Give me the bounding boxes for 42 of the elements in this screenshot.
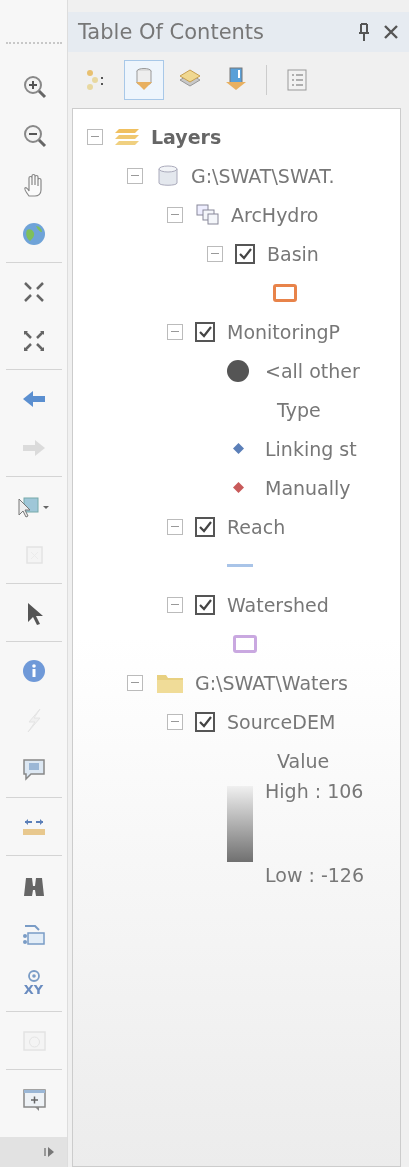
list-by-source-button[interactable] xyxy=(124,60,164,100)
layer-name[interactable]: G:\SWAT\SWAT. xyxy=(191,164,335,187)
pin-icon[interactable] xyxy=(357,23,371,41)
collapse-toggle[interactable] xyxy=(167,518,183,535)
layer-checkbox[interactable] xyxy=(195,516,215,537)
globe-icon[interactable] xyxy=(20,220,47,247)
layer-name[interactable]: ArcHydro xyxy=(231,203,319,226)
layer-checkbox[interactable] xyxy=(235,243,255,264)
legend-heading: Type xyxy=(277,398,321,421)
layer-name[interactable]: Reach xyxy=(227,515,286,538)
close-icon[interactable] xyxy=(383,24,399,40)
toolbar-handle[interactable] xyxy=(0,1137,67,1167)
layer-name[interactable]: SourceDEM xyxy=(227,710,336,733)
database-icon xyxy=(155,163,181,188)
layer-checkbox[interactable] xyxy=(195,711,215,732)
collapse-toggle[interactable] xyxy=(87,128,103,145)
collapse-toggle[interactable] xyxy=(167,713,183,730)
legend-label: High : 106 xyxy=(265,780,365,802)
layer-name[interactable]: Basin xyxy=(267,242,319,265)
legend-label: Manually xyxy=(265,476,351,499)
layer-name[interactable]: Watershed xyxy=(227,593,329,616)
collapse-toggle[interactable] xyxy=(167,206,183,223)
collapse-toggle[interactable] xyxy=(167,323,183,340)
layer-checkbox[interactable] xyxy=(195,594,215,615)
legend-label: Linking st xyxy=(265,437,357,460)
color-ramp-icon xyxy=(227,786,253,862)
collapse-toggle[interactable] xyxy=(127,167,143,184)
collapse-toggle[interactable] xyxy=(167,596,183,613)
layer-checkbox[interactable] xyxy=(195,321,215,342)
target-icon xyxy=(25,969,42,983)
layer-name[interactable]: Layers xyxy=(151,125,222,148)
info-icon[interactable] xyxy=(20,657,47,684)
feature-dataset-icon xyxy=(195,202,221,227)
collapse-toggle[interactable] xyxy=(127,674,143,691)
layer-name[interactable]: MonitoringP xyxy=(227,320,341,343)
legend-heading: Value xyxy=(277,749,330,772)
go-to-xy-tool[interactable]: XY xyxy=(23,958,44,1007)
panel-title: Table Of Contents xyxy=(78,20,266,44)
collapse-toggle[interactable] xyxy=(207,245,223,262)
legend-label: Low : -126 xyxy=(265,864,365,886)
legend-label: <all other xyxy=(265,359,360,382)
layer-name[interactable]: G:\SWAT\Waters xyxy=(195,671,348,694)
